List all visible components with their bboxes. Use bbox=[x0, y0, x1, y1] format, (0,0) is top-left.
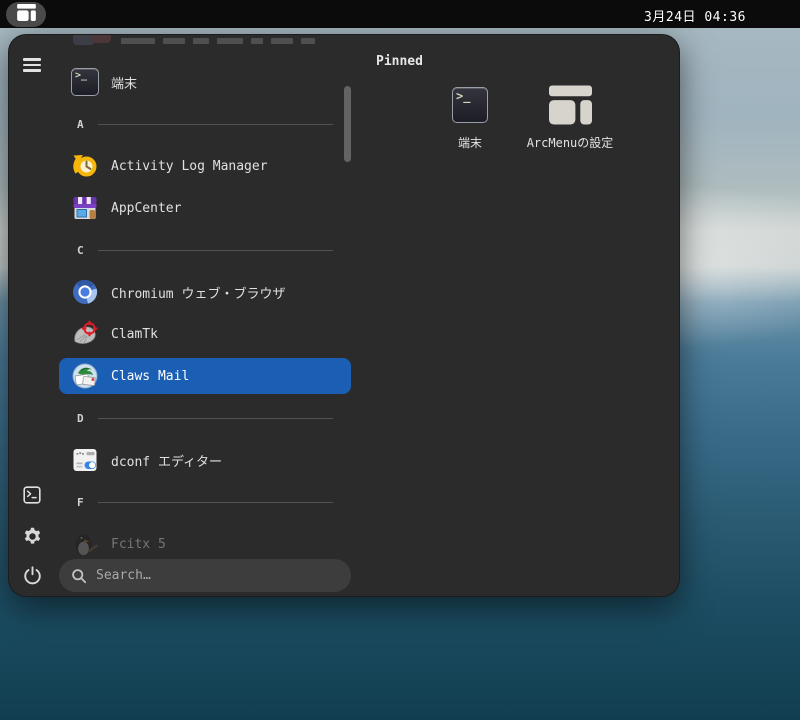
app-item-label: Claws Mail bbox=[111, 368, 190, 384]
section-header: C bbox=[59, 244, 351, 257]
pinned-item[interactable]: ArcMenuの設定 bbox=[520, 83, 620, 154]
search-bar bbox=[59, 559, 351, 592]
app-item-label: Fcitx 5 bbox=[111, 536, 166, 552]
app-item[interactable]: Activity Log Manager bbox=[59, 148, 351, 184]
arcmenu-panel-button[interactable] bbox=[6, 2, 46, 27]
claws-mail-icon bbox=[71, 362, 99, 390]
pinned-item-label: ArcMenuの設定 bbox=[526, 136, 614, 150]
dconf-icon bbox=[71, 446, 99, 474]
app-item-label: ClamTk bbox=[111, 326, 158, 342]
activity-log-icon bbox=[71, 152, 99, 180]
section-letter: D bbox=[77, 411, 84, 425]
app-list: >_ 端末 A Activity Log Manager AppCenter C bbox=[59, 35, 351, 565]
section-letter: F bbox=[77, 495, 84, 509]
arcmenu-icon bbox=[548, 83, 592, 127]
arcmenu-popup: >_ 端末 A Activity Log Manager AppCenter C bbox=[8, 34, 680, 597]
section-header: F bbox=[59, 496, 351, 509]
section-divider bbox=[97, 501, 333, 503]
search-input[interactable] bbox=[96, 568, 339, 583]
power-icon bbox=[22, 565, 43, 586]
section-divider bbox=[97, 249, 333, 251]
sidebar-menu-toggle[interactable] bbox=[19, 52, 45, 78]
app-item[interactable]: Chromium ウェブ・ブラウザ bbox=[59, 274, 351, 310]
section-header: A bbox=[59, 118, 351, 131]
app-item-label: Activity Log Manager bbox=[111, 158, 268, 174]
app-item[interactable]: Fcitx 5 bbox=[59, 526, 351, 562]
sidebar-power-button[interactable] bbox=[19, 562, 45, 588]
pinned-item[interactable]: >_ 端末 bbox=[420, 83, 520, 154]
pinned-item-label: 端末 bbox=[457, 136, 482, 150]
scrollbar-thumb[interactable] bbox=[344, 86, 351, 162]
app-item-label: 端末 bbox=[111, 76, 138, 92]
fcitx-icon bbox=[71, 530, 99, 558]
chromium-icon bbox=[71, 278, 99, 306]
clipped-app-icon bbox=[92, 35, 111, 43]
clock: 3月24日 04:36 bbox=[644, 10, 746, 25]
section-letter: A bbox=[77, 117, 84, 131]
app-item[interactable]: AppCenter bbox=[59, 190, 351, 226]
arcmenu-icon bbox=[16, 4, 36, 25]
search-icon bbox=[71, 568, 87, 584]
terminal-icon: >_ bbox=[71, 68, 99, 96]
section-divider bbox=[97, 417, 333, 419]
section-header: D bbox=[59, 412, 351, 425]
hamburger-icon bbox=[23, 58, 41, 72]
terminal-outline-icon bbox=[23, 486, 41, 504]
terminal-icon: >_ bbox=[452, 83, 488, 127]
appcenter-icon bbox=[71, 194, 99, 222]
app-item[interactable]: >_ 端末 bbox=[59, 64, 351, 100]
sidebar-terminal-shortcut[interactable] bbox=[19, 482, 45, 508]
section-letter: C bbox=[77, 243, 84, 257]
app-item[interactable]: dconf エディター bbox=[59, 442, 351, 478]
clamtk-icon bbox=[71, 320, 99, 348]
sidebar-settings-shortcut[interactable] bbox=[19, 523, 45, 549]
app-item[interactable]: Claws Mail bbox=[59, 358, 351, 394]
gear-icon bbox=[22, 526, 43, 547]
pinned-grid: >_ 端末 ArcMenuの設定 bbox=[420, 83, 620, 154]
app-item[interactable]: ClamTk bbox=[59, 316, 351, 352]
app-item-label: Chromium ウェブ・ブラウザ bbox=[111, 286, 286, 302]
top-panel: 3月24日 04:36 bbox=[0, 0, 800, 28]
app-item-label: dconf エディター bbox=[111, 454, 223, 470]
section-divider bbox=[97, 123, 333, 125]
partially-scrolled-item[interactable] bbox=[59, 35, 351, 51]
pinned-section-title: Pinned bbox=[376, 54, 423, 69]
app-item-label: AppCenter bbox=[111, 200, 182, 216]
